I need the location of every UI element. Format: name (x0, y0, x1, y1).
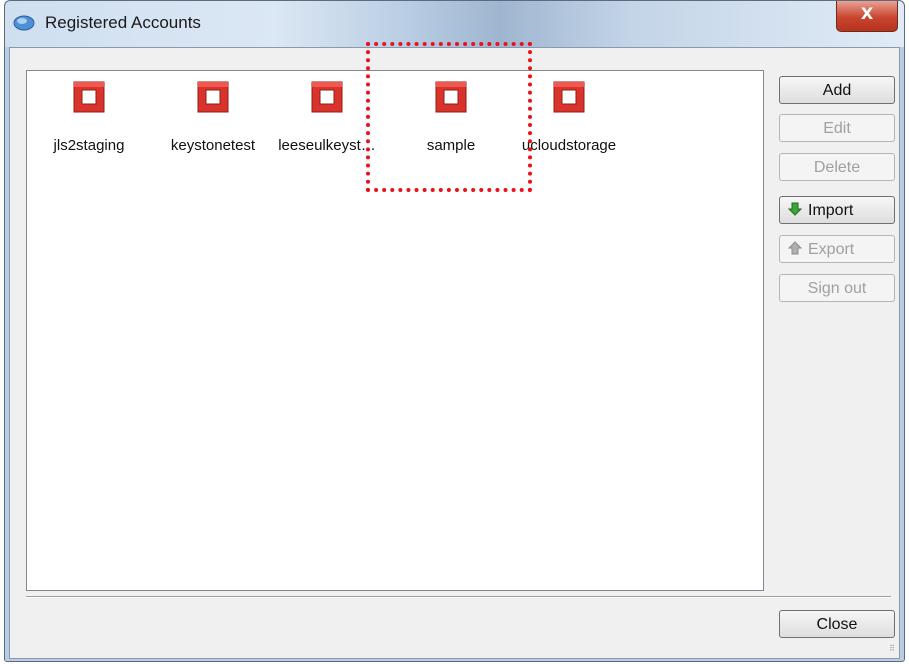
account-item-leeseulkeystone[interactable]: leeseulkeyst… (271, 79, 383, 159)
account-item-keystonetest[interactable]: keystonetest (157, 79, 269, 159)
cloud-app-icon (13, 15, 35, 31)
close-button[interactable]: Close (779, 610, 895, 638)
import-arrow-icon (788, 202, 802, 216)
delete-button[interactable]: Delete (779, 153, 895, 181)
account-item-ucloudstorage[interactable]: ucloudstorage (513, 79, 625, 159)
openstack-icon (311, 81, 343, 113)
resize-grip[interactable]: ⠿ (885, 644, 895, 654)
account-label: leeseulkeyst… (278, 137, 376, 154)
divider (26, 596, 891, 598)
edit-button[interactable]: Edit (779, 114, 895, 142)
account-label: ucloudstorage (521, 137, 617, 154)
window-title: Registered Accounts (45, 13, 201, 32)
export-label: Export (808, 241, 855, 258)
export-button[interactable]: Export (779, 235, 895, 263)
accounts-list[interactable]: jls2staging keystonetest leeseulkeyst… s… (26, 70, 764, 591)
openstack-icon (197, 81, 229, 113)
add-button[interactable]: Add (779, 76, 895, 104)
openstack-icon (73, 81, 105, 113)
dialog-body: jls2staging keystonetest leeseulkeyst… s… (9, 47, 900, 659)
sign-out-button[interactable]: Sign out (779, 274, 895, 302)
account-label: sample (426, 137, 476, 154)
account-item-sample[interactable]: sample (395, 79, 507, 159)
openstack-icon (553, 81, 585, 113)
import-label: Import (808, 202, 854, 219)
account-item-jls2staging[interactable]: jls2staging (33, 79, 145, 159)
account-label: keystonetest (170, 137, 256, 154)
registered-accounts-window: Registered Accounts X jls2staging keysto… (4, 0, 905, 662)
import-button[interactable]: Import (779, 196, 895, 224)
openstack-icon (435, 81, 467, 113)
title-bar[interactable]: Registered Accounts X (5, 1, 904, 47)
window-close-button[interactable]: X (836, 1, 898, 32)
account-label: jls2staging (53, 137, 125, 154)
export-arrow-icon (788, 241, 802, 255)
